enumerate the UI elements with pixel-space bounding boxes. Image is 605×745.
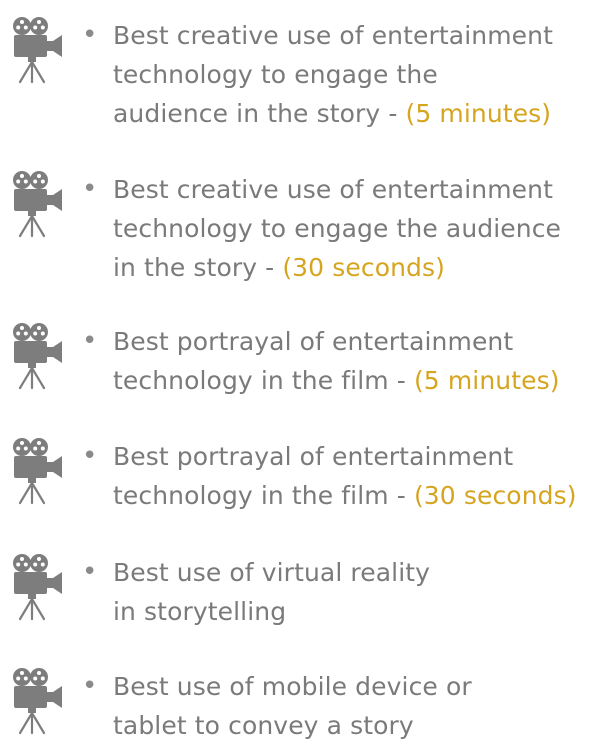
award-title: Best portrayal of entertainment technolo… [113,322,601,400]
award-duration: (5 minutes) [405,99,552,128]
award-title-line: in storytelling [113,597,287,626]
award-title-line: audience in the story - [113,99,406,128]
award-title-line: Best portrayal of entertainment [113,327,514,356]
award-title-line: technology in the film - [113,366,414,395]
award-title-line: Best creative use of entertainment [113,175,553,204]
award-title: Best creative use of entertainment techn… [113,170,601,287]
award-title: Best use of mobile device or tablet to c… [113,667,601,745]
award-duration: (30 seconds) [282,253,445,282]
award-title-line: technology to engage the audience [113,214,562,243]
award-title-line: technology to engage the [113,60,438,89]
bullet: • [82,441,98,471]
bullet: • [82,20,98,50]
award-title: Best use of virtual reality in storytell… [113,553,601,631]
award-duration: (5 minutes) [413,366,560,395]
movie-camera-icon [8,14,72,84]
bullet: • [82,326,98,356]
movie-camera-icon [8,435,72,505]
award-title-line: in the story - [113,253,283,282]
award-title-line: Best portrayal of entertainment [113,442,514,471]
award-title-line: technology in the film - [113,481,414,510]
movie-camera-icon [8,320,72,390]
movie-camera-icon [8,551,72,621]
award-title-line: Best creative use of entertainment [113,21,553,50]
bullet: • [82,174,98,204]
award-title: Best creative use of entertainment techn… [113,16,601,133]
movie-camera-icon [8,168,72,238]
award-title-line: Best use of virtual reality [113,558,431,587]
bullet: • [82,557,98,587]
award-title-line: Best use of mobile device or [113,672,472,701]
award-title: Best portrayal of entertainment technolo… [113,437,601,515]
bullet: • [82,671,98,701]
award-duration: (30 seconds) [413,481,577,510]
award-title-line: tablet to convey a story [113,711,414,740]
movie-camera-icon [8,665,72,735]
